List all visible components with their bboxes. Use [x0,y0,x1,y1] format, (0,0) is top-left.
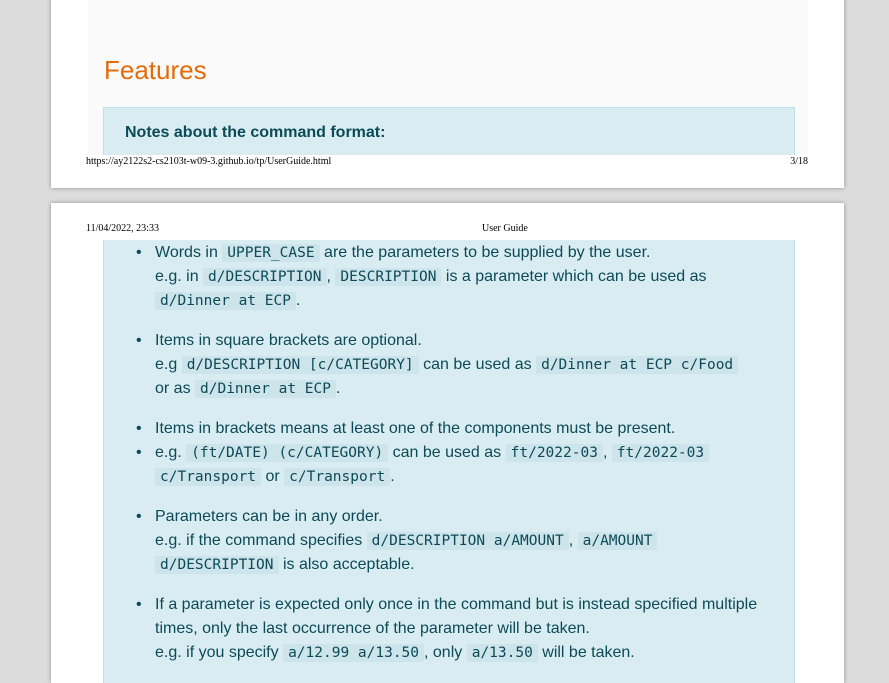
note-text: Parameters can be in any order. [155,508,383,525]
inline-code: DESCRIPTION [335,268,442,286]
note-text: . [390,468,395,485]
inline-code: d/DESCRIPTION [c/CATEGORY] [181,356,419,374]
note-item: Items in square brackets are optional. e… [104,329,794,401]
notes-callout-top: Notes about the command format: [103,107,795,155]
note-text: can be used as [388,444,506,461]
note-text: e.g. [155,444,187,461]
note-text: or [261,468,285,485]
header-title: User Guide [482,223,528,234]
note-text: , [568,532,578,549]
note-text: e.g [155,356,182,373]
notes-heading: Notes about the command format: [125,124,386,141]
note-text: . [335,380,341,397]
header-date: 11/04/2022, 23:33 [86,223,159,234]
note-item: If a parameter is expected only once in … [104,593,794,665]
inline-code: d/Dinner at ECP c/Food [536,356,739,374]
pdf-page-4: 11/04/2022, 23:33 User Guide Words in UP… [51,203,844,683]
inline-code: ft/2022-03 [611,444,710,462]
inline-code: a/13.50 [466,644,538,662]
inline-code: d/Dinner at ECP [195,380,336,398]
note-item: Parameters can be in any order. e.g. if … [104,505,794,577]
note-text: are the parameters to be supplied by the… [319,244,651,261]
note-text: If a parameter is expected only once in … [155,596,758,637]
note-text: , only [424,644,467,661]
inline-code: a/AMOUNT [577,532,658,550]
note-text: or as [155,380,196,397]
note-text: is a parameter which can be used as [441,268,707,285]
note-item: Words in UPPER_CASE are the parameters t… [104,241,794,313]
note-text: is also acceptable. [278,556,415,573]
note-text: e.g. if you specify [155,644,284,661]
note-item: Items in brackets means at least one of … [104,417,794,441]
note-text: e.g. in [155,268,204,285]
note-text: will be taken. [537,644,635,661]
note-text: Words in [155,244,223,261]
notes-callout: Words in UPPER_CASE are the parameters t… [103,240,795,683]
note-text: . [295,292,301,309]
inline-code: c/Transport [155,468,262,486]
pdf-page-3: Features Notes about the command format:… [51,0,844,188]
note-text: , [602,444,612,461]
note-text: Items in square brackets are optional. [155,332,422,349]
inline-code: UPPER_CASE [222,244,320,262]
inline-code: d/Dinner at ECP [155,292,296,310]
inline-code: ft/2022-03 [505,444,603,462]
note-item: e.g. (ft/DATE) (c/CATEGORY) can be used … [104,441,794,489]
inline-code: d/DESCRIPTION [203,268,327,286]
footer-url: https://ay2122s2-cs2103t-w09-3.github.io… [86,156,332,167]
inline-code: c/Transport [284,468,391,486]
notes-list: Words in UPPER_CASE are the parameters t… [104,241,794,665]
note-text: can be used as [418,356,537,373]
inline-code: d/DESCRIPTION [155,556,279,574]
features-heading: Features [104,55,207,85]
note-text: e.g. if the command specifies [155,532,367,549]
footer-page-number: 3/18 [790,156,808,167]
inline-code: (ft/DATE) (c/CATEGORY) [186,444,389,462]
inline-code: a/12.99 a/13.50 [283,644,425,662]
inline-code: d/DESCRIPTION a/AMOUNT [366,532,569,550]
note-text: Items in brackets means at least one of … [155,420,676,437]
